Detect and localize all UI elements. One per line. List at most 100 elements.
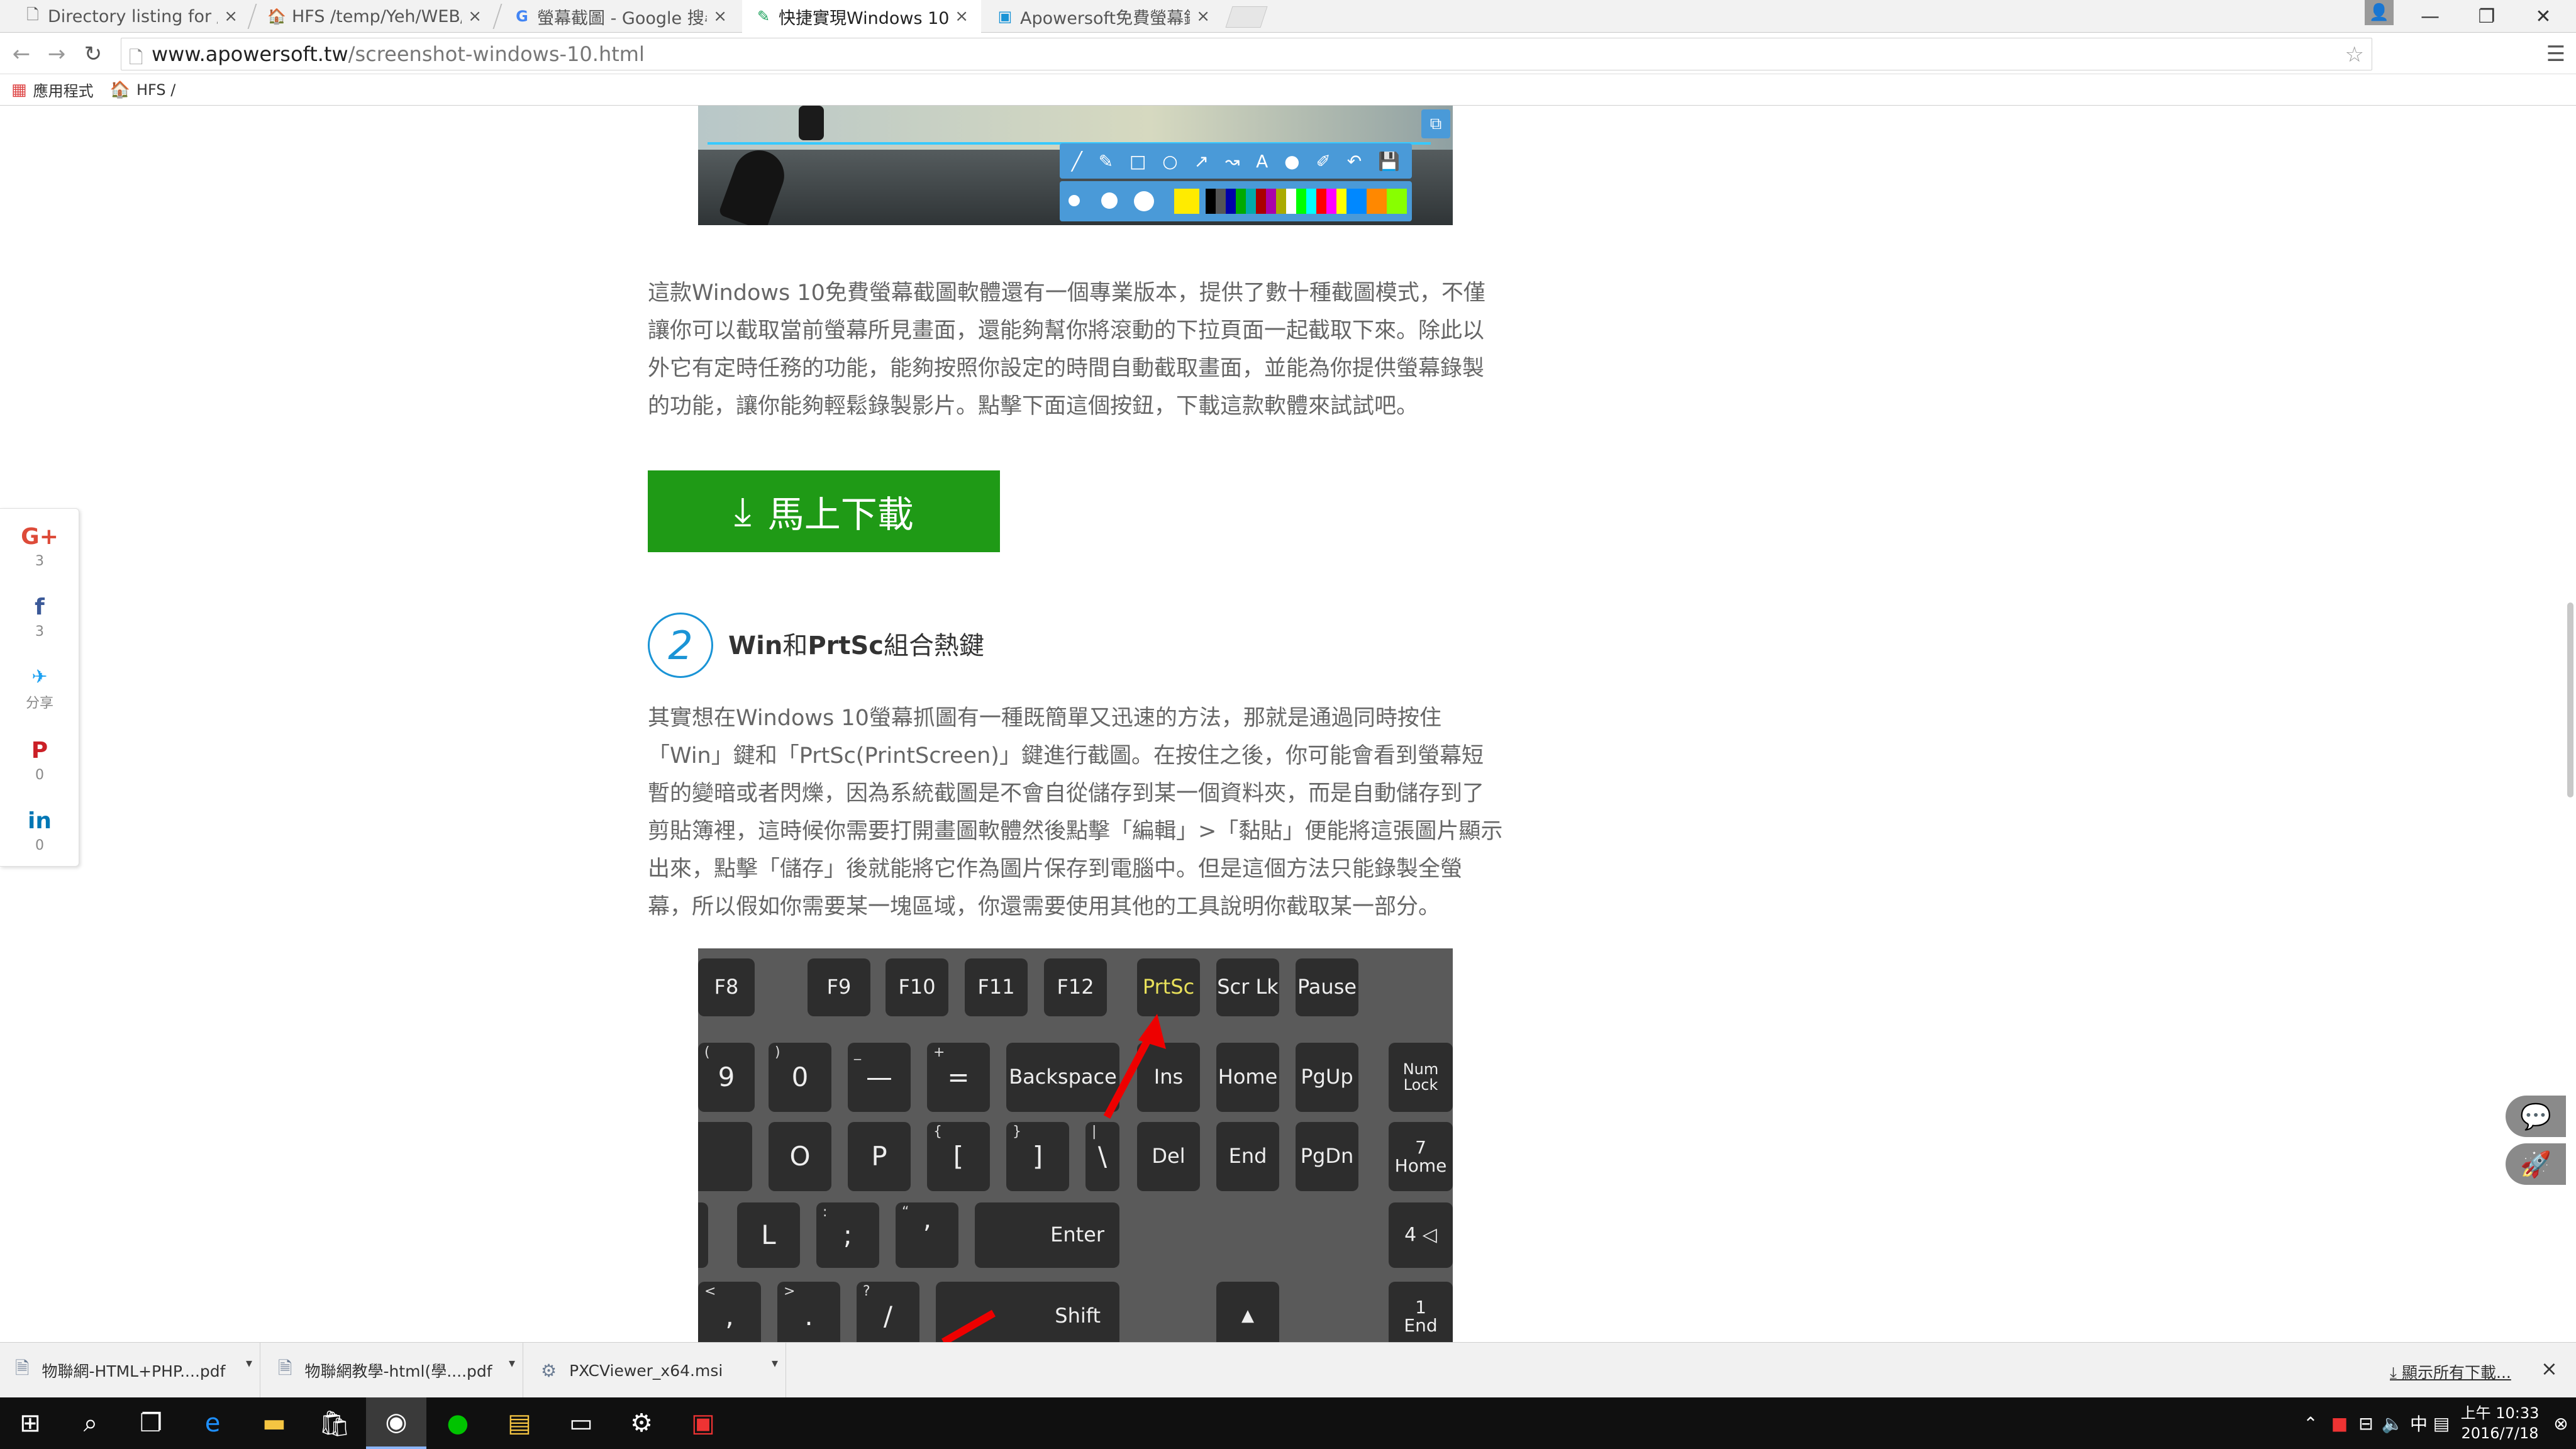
task-view-icon: ❐ xyxy=(140,1409,162,1438)
notepad-app[interactable]: ▤ xyxy=(489,1397,550,1449)
facebook-share[interactable]: f 3 xyxy=(0,594,79,640)
installer-app[interactable]: ⚙ xyxy=(611,1397,672,1449)
menu-icon[interactable]: ☰ xyxy=(2541,39,2571,69)
close-window-button[interactable]: ✕ xyxy=(2516,0,2571,33)
bookmark-star-icon[interactable]: ☆ xyxy=(2345,42,2364,67)
scrollbar-thumb[interactable] xyxy=(2567,602,2573,797)
close-icon[interactable]: × xyxy=(468,7,482,26)
folder-icon: ▬ xyxy=(262,1409,286,1438)
share-count: 3 xyxy=(35,624,44,640)
volume-icon[interactable]: 🔈 xyxy=(2380,1397,2405,1449)
back-icon[interactable]: ← xyxy=(6,39,36,69)
forward-icon[interactable]: → xyxy=(42,39,72,69)
copy-icon: ⧉ xyxy=(1421,109,1450,138)
document-icon: 🗋 xyxy=(26,5,39,23)
tray-chevron-icon[interactable]: ⌃ xyxy=(2298,1397,2323,1449)
terminal-icon: ▭ xyxy=(569,1409,593,1438)
tab-title: 快捷實現Windows 10螢 xyxy=(779,8,949,28)
profile-icon[interactable]: 👤 xyxy=(2365,0,2394,25)
edge-app[interactable]: e xyxy=(182,1397,243,1449)
start-button[interactable]: ⊞ xyxy=(0,1397,60,1449)
close-icon[interactable]: × xyxy=(955,7,969,26)
download-icon: ⤓ xyxy=(2390,1363,2402,1382)
tab-google-search[interactable]: G 螢幕截圖 - Google 搜尋 × xyxy=(501,0,740,33)
download-icon: ⤓ xyxy=(734,488,752,534)
antivirus-tray-icon[interactable]: ■ xyxy=(2327,1397,2352,1449)
back-to-top-button[interactable]: 🚀 xyxy=(2506,1143,2566,1185)
download-item[interactable]: ⚙ PXCViewer_x64.msi ▾ xyxy=(526,1343,786,1398)
download-button[interactable]: ⤓ 馬上下載 xyxy=(648,470,1000,552)
notification-icon[interactable]: ⊗ xyxy=(2548,1397,2573,1449)
show-all-downloads-link[interactable]: ⤓ 顯示所有下載... xyxy=(2390,1360,2511,1383)
task-view-button[interactable]: ❐ xyxy=(121,1397,181,1449)
line-app[interactable]: ● xyxy=(428,1397,488,1449)
reload-icon[interactable]: ↻ xyxy=(78,39,108,69)
bookmark-hfs[interactable]: 🏠 HFS / xyxy=(110,80,176,99)
google-plus-share[interactable]: G+ 3 xyxy=(0,524,79,569)
close-icon[interactable]: × xyxy=(1196,7,1210,26)
caret-down-icon[interactable]: ▾ xyxy=(509,1355,515,1370)
close-icon[interactable]: × xyxy=(713,7,727,26)
network-icon[interactable]: ⊟ xyxy=(2353,1397,2379,1449)
notepad-icon: ▤ xyxy=(508,1409,531,1438)
share-count: 分享 xyxy=(25,696,53,711)
close-icon[interactable]: × xyxy=(224,7,238,26)
ime-indicator-icon[interactable]: 中 xyxy=(2406,1397,2431,1449)
tab-title: 螢幕截圖 - Google 搜尋 xyxy=(537,8,708,28)
minimize-button[interactable]: — xyxy=(2402,0,2458,33)
close-downloads-icon[interactable]: × xyxy=(2541,1357,2558,1380)
download-filename: 物聯網教學-html(學....pdf xyxy=(304,1362,492,1380)
hfs-icon: 🏠 xyxy=(109,80,130,99)
chat-button[interactable]: 💬 xyxy=(2506,1096,2566,1137)
download-item[interactable]: 🗎 物聯網教學-html(學....pdf ▾ xyxy=(263,1343,523,1398)
caret-down-icon[interactable]: ▾ xyxy=(246,1355,252,1370)
tab-title: HFS /temp/Yeh/WEB/ xyxy=(292,6,462,26)
apps-grid-icon: ▦ xyxy=(11,80,27,99)
search-icon: ⌕ xyxy=(83,1409,98,1438)
hfs-icon: 🏠 xyxy=(267,8,286,25)
social-share-bar: G+ 3 f 3 ✈ 分享 P 0 in 0 xyxy=(0,508,79,867)
store-icon: 🛍 xyxy=(318,1409,351,1438)
article-paragraph-2: 其實想在Windows 10螢幕抓圖有一種既簡單又迅速的方法，那就是通過同時按住… xyxy=(648,706,1503,919)
share-count: 0 xyxy=(35,838,44,853)
address-bar[interactable]: 🗋 www.apowersoft.tw/screenshot-windows-1… xyxy=(121,38,2372,70)
keyboard-image: F8 F9 F10 F11 F12 PrtSc Scr Lk Pause (9 … xyxy=(698,948,1453,1342)
rectangle-tool-icon: □ xyxy=(1129,150,1146,172)
rocket-icon: 🚀 xyxy=(2520,1150,2551,1179)
heading-and: 和 xyxy=(782,631,808,660)
restore-button[interactable]: ❐ xyxy=(2459,0,2514,33)
new-tab-button[interactable] xyxy=(1225,6,1268,28)
tab-apowersoft-windows10[interactable]: ✎ 快捷實現Windows 10螢 × xyxy=(742,0,981,33)
linkedin-icon: in xyxy=(28,808,52,834)
tab-hfs[interactable]: 🏠 HFS /temp/Yeh/WEB/ × xyxy=(255,0,494,33)
action-center-icon[interactable]: ▤ xyxy=(2429,1397,2454,1449)
linkedin-share[interactable]: in 0 xyxy=(0,808,79,853)
store-app[interactable]: 🛍 xyxy=(304,1397,365,1449)
text-tool-icon: A xyxy=(1256,150,1269,172)
file-explorer-app[interactable]: ▬ xyxy=(244,1397,304,1449)
annotation-toolbar: ╱ ✎ □ ○ ↗ ↝ A ● ✐ ↶ 💾 xyxy=(1060,143,1412,179)
search-button[interactable]: ⌕ xyxy=(60,1397,121,1449)
article-paragraph-1: 這款Windows 10免費螢幕截圖軟體還有一個專業版本，提供了數十種截圖模式，… xyxy=(648,280,1485,419)
windows-logo-icon: ⊞ xyxy=(19,1409,41,1438)
chrome-app[interactable]: ◉ xyxy=(366,1397,426,1449)
tab-apowersoft-recorder[interactable]: ▣ Apowersoft免費螢幕錄影 × xyxy=(984,0,1223,33)
caret-down-icon[interactable]: ▾ xyxy=(772,1355,778,1370)
bookmark-apps[interactable]: ▦ 應用程式 xyxy=(11,79,94,101)
highlight-tool-icon: ✐ xyxy=(1316,150,1331,172)
section-heading: Win和PrtSc組合熱鍵 xyxy=(728,625,984,662)
download-filename: 物聯網-HTML+PHP....pdf xyxy=(42,1362,226,1380)
step-number-badge: 2 xyxy=(648,613,713,678)
twitter-share[interactable]: ✈ 分享 xyxy=(0,666,79,712)
download-item[interactable]: 🗎 物聯網-HTML+PHP....pdf ▾ xyxy=(0,1343,260,1398)
clock-date: 2016/7/18 xyxy=(2461,1424,2539,1442)
google-icon: G xyxy=(516,8,528,25)
pinterest-share[interactable]: P 0 xyxy=(0,738,79,783)
clock[interactable]: 上午 10:33 2016/7/18 xyxy=(2453,1397,2547,1449)
terminal-app[interactable]: ▭ xyxy=(551,1397,611,1449)
pdf-viewer-app[interactable]: ▣ xyxy=(673,1397,733,1449)
heading-win: Win xyxy=(728,631,783,660)
share-count: 3 xyxy=(35,553,44,569)
twitter-icon: ✈ xyxy=(31,666,48,688)
tab-directory-listing[interactable]: 🗋 Directory listing for /tem × xyxy=(11,0,250,33)
